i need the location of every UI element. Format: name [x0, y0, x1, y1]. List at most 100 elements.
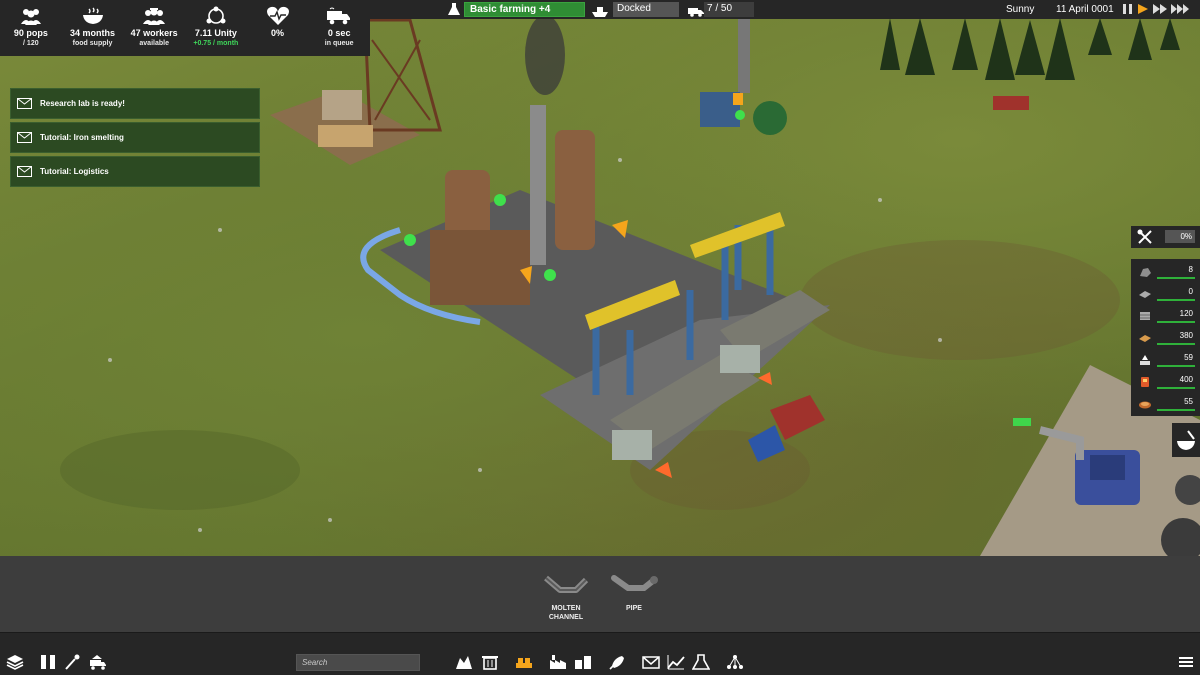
research-flask-icon	[448, 3, 460, 16]
resource-bar	[1157, 321, 1195, 323]
resource-bar	[1157, 277, 1195, 279]
buildings-icon[interactable]	[574, 654, 592, 670]
mail-icon	[17, 166, 32, 177]
ship-status-button[interactable]: Docked	[613, 2, 679, 17]
vehicle-count[interactable]: 7 / 50	[704, 2, 754, 17]
game-world-viewport[interactable]	[0, 0, 1200, 556]
mail-icon	[17, 132, 32, 143]
eyedropper-icon[interactable]	[63, 654, 81, 670]
workers-icon	[141, 6, 167, 26]
tech-tree-icon[interactable]	[726, 654, 744, 670]
notification-text: Tutorial: Logistics	[40, 167, 109, 176]
vehicle-depot-icon[interactable]	[89, 654, 107, 670]
resource-row[interactable]: 8	[1131, 262, 1200, 284]
search-input[interactable]	[296, 654, 420, 671]
world-scene	[60, 15, 1200, 556]
unity-icon	[203, 6, 229, 26]
notification-text: Tutorial: Iron smelting	[40, 133, 124, 142]
workers-stat[interactable]: 47 workers available	[123, 0, 185, 56]
food-panel-button[interactable]	[1172, 423, 1200, 457]
layers-icon[interactable]	[6, 654, 24, 670]
resources-panel: 8 0 120 380 59 400 55	[1131, 259, 1200, 416]
resource-bar	[1157, 409, 1195, 411]
resource-row[interactable]: 55	[1131, 394, 1200, 416]
population-value: 90 pops	[13, 28, 48, 38]
delivery-queue-stat[interactable]: 0 sec in queue	[308, 0, 370, 56]
tool-label-line1: MOLTEN	[551, 605, 581, 612]
fertilizer-icon	[1140, 355, 1150, 365]
tool-pipe[interactable]: PIPE	[604, 572, 664, 613]
queue-label: in queue	[324, 40, 354, 47]
iron-ore-icon	[1140, 268, 1151, 277]
population-capacity: / 120	[23, 40, 39, 47]
notification-research-lab[interactable]: Research lab is ready!	[10, 88, 260, 119]
pause-icon[interactable]	[1121, 3, 1134, 15]
health-stat[interactable]: 0%	[247, 0, 309, 56]
bottom-toolbar	[0, 632, 1200, 675]
food-supply-label: food supply	[72, 40, 113, 47]
food-bowl-icon	[80, 6, 106, 26]
resource-bar	[1157, 387, 1195, 389]
unity-stat[interactable]: 7.11 Unity +0.75 / month	[185, 0, 247, 56]
stats-chart-icon[interactable]	[667, 654, 685, 670]
pipe-icon	[611, 575, 658, 591]
demolish-icon[interactable]	[455, 654, 473, 670]
workers-label: available	[139, 40, 169, 47]
hamburger-menu-icon[interactable]	[1177, 654, 1195, 670]
resource-row[interactable]: 120	[1131, 306, 1200, 328]
molten-channel-icon	[544, 575, 589, 593]
food-supply-value: 34 months	[70, 28, 116, 38]
notification-iron-smelting[interactable]: Tutorial: Iron smelting	[10, 122, 260, 153]
resource-row[interactable]: 400	[1131, 372, 1200, 394]
resource-value: 8	[1188, 265, 1193, 274]
fuel-canister-icon	[1141, 377, 1149, 387]
resource-value: 59	[1184, 353, 1193, 362]
maintenance-value: 0%	[1165, 230, 1195, 243]
tool-label-line2: CHANNEL	[548, 614, 584, 621]
unity-rate: +0.75 / month	[193, 40, 239, 47]
population-stat[interactable]: 90 pops / 120	[0, 0, 62, 56]
workers-value: 47 workers	[130, 28, 178, 38]
tool-label-line1: PIPE	[626, 605, 642, 612]
research-flask-icon[interactable]	[692, 654, 710, 670]
food-supply-stat[interactable]: 34 months food supply	[62, 0, 124, 56]
wood-planks-icon	[1139, 335, 1151, 342]
build-toolbox-panel: MOLTEN CHANNEL PIPE	[0, 556, 1200, 632]
construction-parts-icon	[1140, 312, 1150, 320]
resource-value: 380	[1179, 331, 1193, 340]
weather-label: Sunny	[1006, 4, 1035, 15]
mail-icon	[17, 98, 32, 109]
wrench-screwdriver-icon	[1137, 229, 1152, 244]
resource-value: 55	[1184, 397, 1193, 406]
rocket-icon[interactable]	[608, 654, 626, 670]
fast-forward-icon[interactable]	[1153, 3, 1167, 15]
iron-plate-icon	[1139, 291, 1151, 298]
queue-value: 0 sec	[327, 28, 351, 38]
time-controls-bar: Sunny 11 April 0001	[990, 0, 1200, 19]
mail-icon[interactable]	[642, 654, 660, 670]
current-research-button[interactable]: Basic farming +4	[464, 2, 585, 17]
maintenance-panel[interactable]: 0%	[1131, 226, 1200, 248]
date-label: 11 April 0001	[1056, 4, 1114, 15]
health-heart-icon	[265, 6, 291, 26]
trash-icon[interactable]	[481, 654, 499, 670]
resource-row[interactable]: 59	[1131, 350, 1200, 372]
health-value: 0%	[271, 28, 285, 38]
factory-icon[interactable]	[549, 654, 567, 670]
resource-row[interactable]: 380	[1131, 328, 1200, 350]
pause-menu-icon[interactable]	[39, 654, 57, 670]
unity-value: 7.11 Unity	[194, 28, 237, 38]
tool-molten-channel[interactable]: MOLTEN CHANNEL	[536, 572, 596, 622]
resource-bar	[1157, 343, 1195, 345]
notification-logistics[interactable]: Tutorial: Logistics	[10, 156, 260, 187]
notification-text: Research lab is ready!	[40, 99, 125, 108]
top-stats-bar: 90 pops / 120 34 months food supply 47 w…	[0, 0, 370, 56]
resource-value: 400	[1179, 375, 1193, 384]
play-icon[interactable]	[1136, 3, 1149, 15]
vehicle-icon	[688, 4, 704, 17]
food-icon	[1139, 401, 1151, 409]
conveyor-icon[interactable]	[515, 654, 533, 670]
ship-icon	[592, 4, 608, 17]
fastest-forward-icon[interactable]	[1171, 3, 1189, 15]
resource-row[interactable]: 0	[1131, 284, 1200, 306]
